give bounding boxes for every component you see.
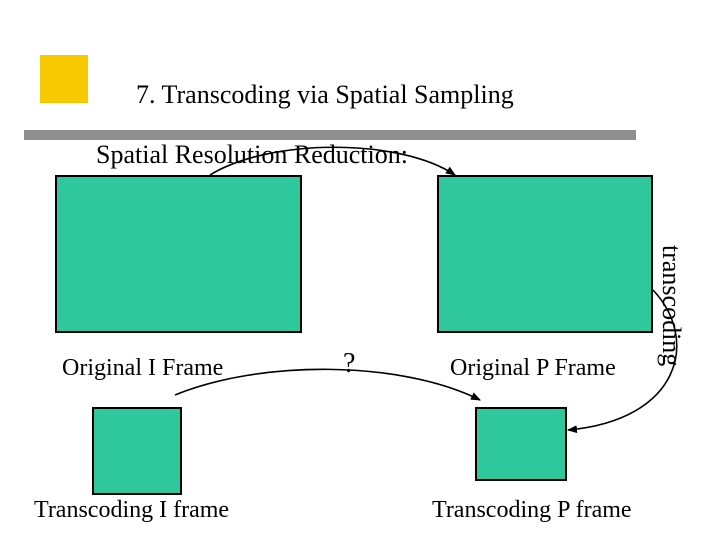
transcoding-i-frame-box bbox=[92, 407, 182, 495]
original-i-frame-box bbox=[55, 175, 302, 333]
diagram-canvas: 7. Transcoding via Spatial Sampling Spat… bbox=[0, 0, 720, 540]
slide-subtitle: Spatial Resolution Reduction: bbox=[96, 140, 408, 170]
transcoding-p-frame-box bbox=[475, 407, 567, 481]
original-i-frame-label: Original I Frame bbox=[62, 355, 223, 382]
transcoding-p-frame-label: Transcoding P frame bbox=[432, 497, 632, 524]
question-mark-label: ? bbox=[343, 348, 355, 380]
accent-square bbox=[40, 55, 88, 103]
original-p-frame-label: Original P Frame bbox=[450, 355, 616, 382]
slide-title: 7. Transcoding via Spatial Sampling bbox=[136, 80, 514, 110]
original-p-frame-box bbox=[437, 175, 653, 333]
title-underline-bar bbox=[24, 130, 636, 140]
transcoding-side-label: transcoding bbox=[656, 245, 686, 366]
transcoding-i-frame-label: Transcoding I frame bbox=[34, 497, 229, 524]
